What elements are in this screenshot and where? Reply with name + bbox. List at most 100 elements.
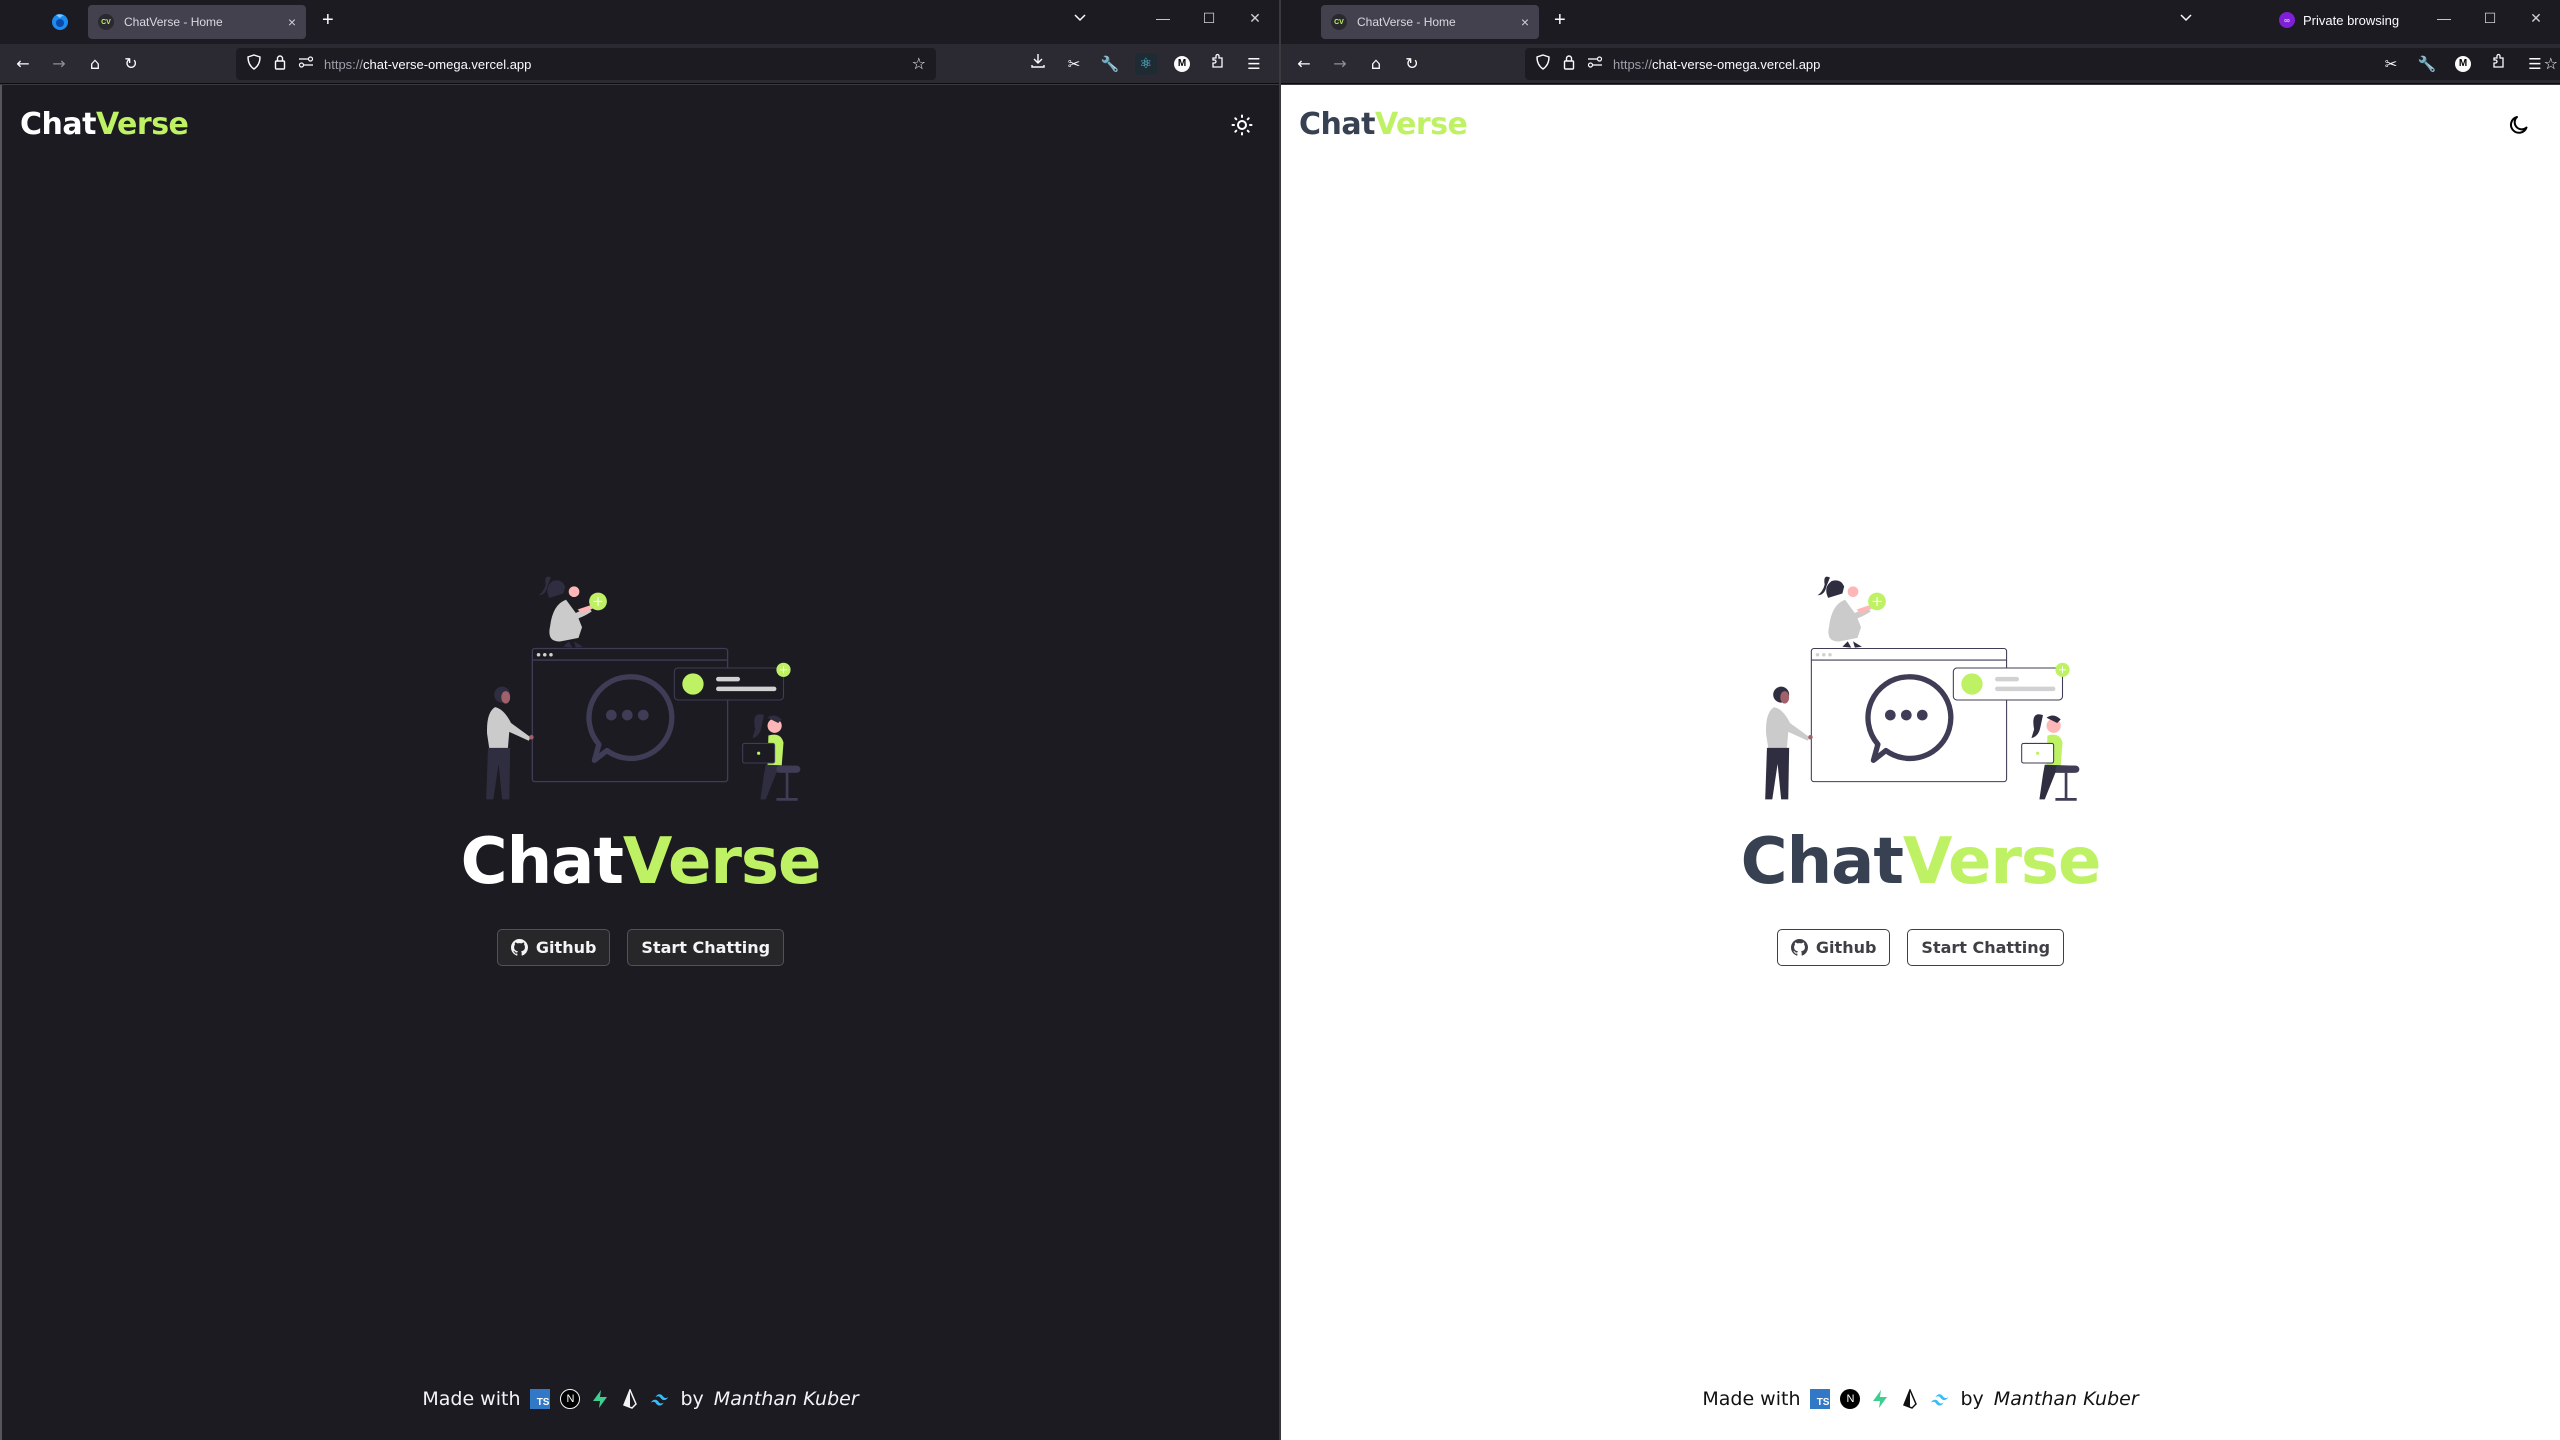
page-content: ChatVerse ChatVerse Github Start Chattin…: [1281, 85, 2560, 1440]
screenshot-icon[interactable]: ✂: [2380, 53, 2402, 75]
extensions-icon[interactable]: [2488, 53, 2510, 75]
wrench-icon[interactable]: 🔧: [2416, 53, 2438, 75]
minimize-button[interactable]: —: [2421, 10, 2467, 27]
window-controls: — ☐ ✕: [1140, 10, 1278, 27]
permissions-icon[interactable]: [298, 56, 314, 72]
browser-window-dark: CV ChatVerse - Home × + — ☐ ✕ ← → ⌂ ↻ ht…: [0, 0, 1279, 1440]
github-button[interactable]: Github: [1776, 929, 1891, 966]
by-text: by: [680, 1388, 704, 1410]
tab-close-icon[interactable]: ×: [288, 14, 296, 30]
menu-icon[interactable]: ☰: [1243, 53, 1265, 75]
close-window-button[interactable]: ✕: [2513, 10, 2559, 27]
home-button[interactable]: ⌂: [84, 53, 106, 75]
start-chatting-button[interactable]: Start Chatting: [1907, 929, 2065, 966]
menu-icon[interactable]: ☰: [2524, 53, 2546, 75]
reload-button[interactable]: ↻: [120, 53, 142, 75]
start-chatting-label: Start Chatting: [1921, 938, 2051, 957]
github-button[interactable]: Github: [496, 929, 611, 966]
theme-toggle-button[interactable]: [1228, 111, 1256, 139]
author-name[interactable]: Manthan Kuber: [714, 1388, 859, 1410]
new-tab-button[interactable]: +: [322, 10, 334, 30]
typescript-icon: TS: [530, 1389, 551, 1409]
address-bar[interactable]: https://chat-verse-omega.vercel.app ☆: [1525, 48, 2560, 80]
tab-close-icon[interactable]: ×: [1521, 14, 1529, 30]
tab-bar: CV ChatVerse - Home × + ∞ Private browsi…: [1281, 0, 2560, 44]
typescript-icon: TS: [1810, 1389, 1831, 1409]
forward-button[interactable]: →: [48, 53, 70, 75]
private-browsing-label: Private browsing: [2303, 12, 2400, 28]
permissions-icon[interactable]: [1587, 56, 1603, 72]
window-controls: — ☐ ✕: [2421, 10, 2559, 27]
screenshot-icon[interactable]: ✂: [1063, 53, 1085, 75]
close-window-button[interactable]: ✕: [1232, 10, 1278, 27]
theme-toggle-button[interactable]: [2505, 111, 2533, 139]
url-text[interactable]: https://chat-verse-omega.vercel.app: [1613, 57, 1820, 72]
start-chatting-button[interactable]: Start Chatting: [627, 929, 785, 966]
tab-title: ChatVerse - Home: [124, 15, 223, 29]
home-button[interactable]: ⌂: [1365, 53, 1387, 75]
github-icon: [1790, 939, 1808, 956]
private-mask-icon: ∞: [2279, 12, 2295, 28]
footer: Made with TS N by Manthan Kuber: [1281, 1388, 2560, 1410]
reload-button[interactable]: ↻: [1401, 53, 1423, 75]
minimize-button[interactable]: —: [1140, 10, 1186, 27]
tab-favicon: CV: [98, 14, 114, 30]
url-text[interactable]: https://chat-verse-omega.vercel.app: [324, 57, 531, 72]
forward-button[interactable]: →: [1329, 53, 1351, 75]
chat-illustration: [1765, 576, 2080, 801]
download-icon[interactable]: [1027, 53, 1049, 75]
tab-favicon: CV: [1331, 14, 1347, 30]
tailwind-icon: [1930, 1389, 1950, 1409]
back-button[interactable]: ←: [12, 53, 34, 75]
tab-chatverse-home[interactable]: CV ChatVerse - Home ×: [1321, 5, 1539, 39]
start-chatting-label: Start Chatting: [641, 938, 771, 957]
wrench-icon[interactable]: 🔧: [1099, 53, 1121, 75]
sun-icon: [1231, 114, 1253, 136]
made-with-text: Made with: [1702, 1388, 1801, 1410]
page-content: ChatVerse ChatVerse Github Start Chattin…: [0, 85, 1279, 1440]
maximize-button[interactable]: ☐: [1186, 10, 1232, 27]
bookmark-star-icon[interactable]: ☆: [912, 54, 926, 73]
moon-icon: [2510, 116, 2528, 134]
author-name[interactable]: Manthan Kuber: [1994, 1388, 2139, 1410]
tab-bar: CV ChatVerse - Home × + — ☐ ✕: [0, 0, 1279, 44]
navigation-toolbar: ← → ⌂ ↻ https://chat-verse-omega.vercel.…: [0, 44, 1279, 84]
navigation-toolbar: ← → ⌂ ↻ https://chat-verse-omega.vercel.…: [1281, 44, 2560, 84]
new-tab-button[interactable]: +: [1554, 10, 1566, 30]
site-logo[interactable]: ChatVerse: [20, 107, 189, 142]
list-all-tabs-chevron-icon[interactable]: [1073, 12, 1087, 26]
private-browsing-indicator: ∞ Private browsing: [2279, 12, 2399, 28]
list-all-tabs-chevron-icon[interactable]: [2179, 12, 2193, 26]
hero-buttons: Github Start Chatting: [2, 929, 1279, 966]
browser-window-light: CV ChatVerse - Home × + ∞ Private browsi…: [1281, 0, 2560, 1440]
back-button[interactable]: ←: [1293, 53, 1315, 75]
chat-illustration: [486, 576, 801, 801]
site-logo[interactable]: ChatVerse: [1299, 107, 1468, 142]
prisma-icon: [1900, 1389, 1920, 1409]
supabase-icon: [590, 1389, 610, 1409]
m-extension-icon[interactable]: M: [2455, 56, 2471, 72]
tab-chatverse-home[interactable]: CV ChatVerse - Home ×: [88, 5, 306, 39]
footer: Made with TS N by Manthan Kuber: [2, 1388, 1279, 1410]
github-button-label: Github: [1815, 938, 1877, 957]
m-extension-icon[interactable]: M: [1174, 56, 1190, 72]
tracking-protection-shield-icon[interactable]: [1535, 54, 1551, 74]
lock-icon[interactable]: [1561, 54, 1577, 74]
nextjs-icon: N: [1840, 1389, 1861, 1409]
github-button-label: Github: [535, 938, 597, 957]
hero-title: ChatVerse: [1740, 825, 2102, 899]
lock-icon[interactable]: [272, 54, 288, 74]
hero-title: ChatVerse: [460, 825, 822, 899]
tracking-protection-shield-icon[interactable]: [246, 54, 262, 74]
tailwind-icon: [650, 1389, 670, 1409]
extensions-icon[interactable]: [1207, 53, 1229, 75]
nextjs-icon: N: [560, 1389, 581, 1409]
supabase-icon: [1870, 1389, 1890, 1409]
react-devtools-icon[interactable]: ⚛: [1135, 53, 1157, 75]
prisma-icon: [620, 1389, 640, 1409]
github-icon: [510, 939, 528, 956]
maximize-button[interactable]: ☐: [2467, 10, 2513, 27]
made-with-text: Made with: [422, 1388, 521, 1410]
address-bar[interactable]: https://chat-verse-omega.vercel.app ☆: [236, 48, 936, 80]
tab-title: ChatVerse - Home: [1357, 15, 1456, 29]
